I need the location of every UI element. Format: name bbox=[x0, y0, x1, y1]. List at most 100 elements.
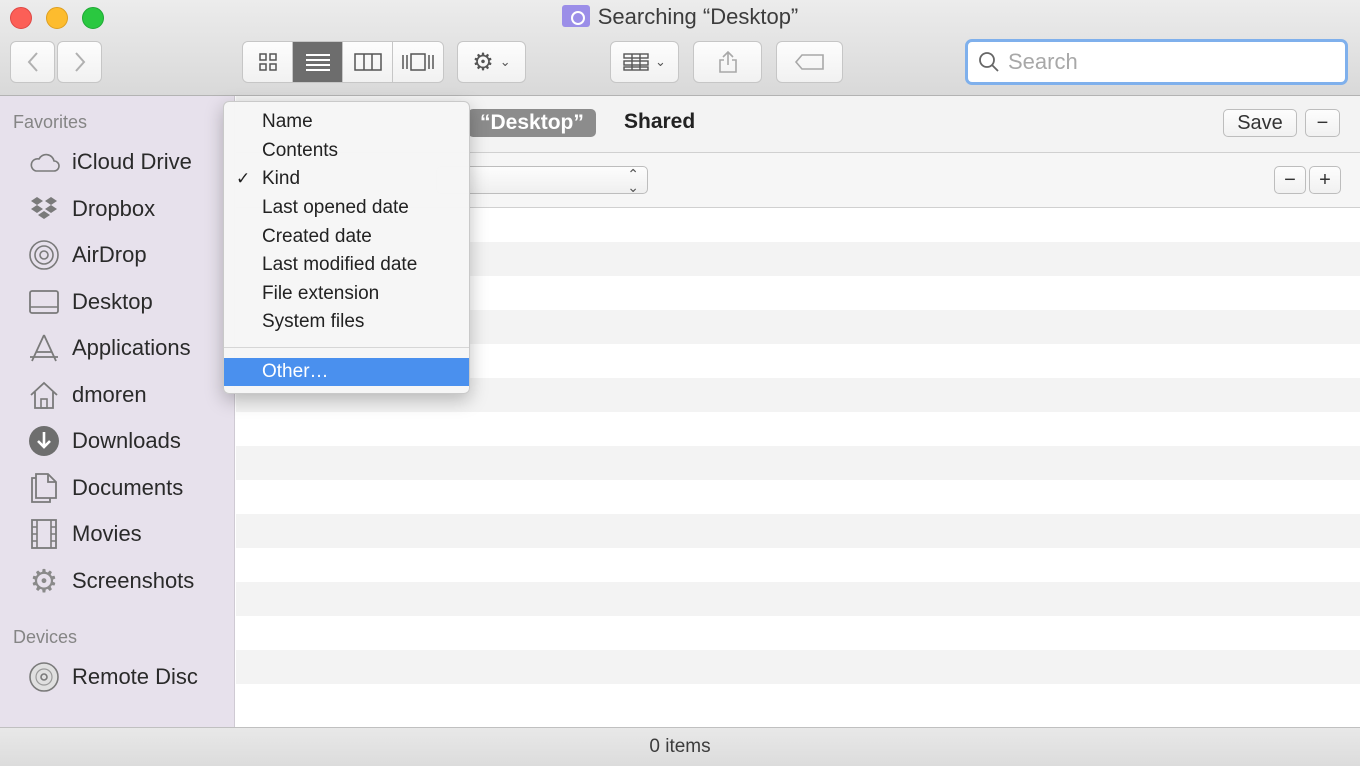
menu-item-name[interactable]: Name bbox=[224, 108, 469, 137]
window-title: Searching “Desktop” bbox=[597, 4, 799, 29]
item-count: 0 items bbox=[649, 736, 711, 757]
dropbox-icon bbox=[26, 193, 62, 225]
tags-button[interactable] bbox=[776, 41, 843, 83]
share-button[interactable] bbox=[693, 41, 762, 83]
action-menu-button[interactable]: ⚙ ⌄ bbox=[457, 41, 526, 83]
icon-view-button[interactable] bbox=[243, 42, 293, 82]
arrange-grid-icon bbox=[623, 53, 649, 71]
list-view-button[interactable] bbox=[293, 42, 343, 82]
forward-button[interactable] bbox=[57, 41, 102, 83]
sidebar-item-screenshots[interactable]: ⚙ Screenshots bbox=[26, 563, 195, 599]
menu-item-label: Last modified date bbox=[262, 254, 418, 276]
sidebar-item-applications[interactable]: Applications bbox=[26, 330, 191, 366]
sidebar-item-label: Documents bbox=[72, 475, 184, 500]
cover-flow-icon bbox=[402, 53, 434, 71]
sidebar-item-remote-disc[interactable]: Remote Disc bbox=[26, 659, 198, 695]
film-icon bbox=[26, 518, 62, 550]
remove-criteria-button[interactable]: − bbox=[1274, 166, 1306, 194]
sidebar-item-label: iCloud Drive bbox=[72, 149, 192, 174]
minus-icon: − bbox=[1284, 168, 1296, 191]
arrange-button[interactable]: ⌄ bbox=[610, 41, 679, 83]
add-criteria-button[interactable]: + bbox=[1309, 166, 1341, 194]
sidebar-item-dropbox[interactable]: Dropbox bbox=[26, 191, 155, 227]
menu-item-label: File extension bbox=[262, 282, 380, 304]
chevron-down-icon: ⌄ bbox=[499, 54, 511, 69]
window-toolbar: Searching “Desktop” ⚙ ⌄ ⌄ Search bbox=[0, 0, 1360, 96]
sidebar-item-downloads[interactable]: Downloads bbox=[26, 423, 181, 459]
plus-icon: + bbox=[1319, 168, 1331, 191]
gear-icon: ⚙ bbox=[29, 563, 59, 599]
menu-item-label: Created date bbox=[262, 225, 372, 247]
sidebar-section-favorites: Favorites bbox=[13, 112, 88, 132]
minus-icon: − bbox=[1316, 111, 1329, 134]
menu-item-system-files[interactable]: System files bbox=[224, 308, 469, 337]
menu-item-label: System files bbox=[262, 311, 365, 333]
list-row bbox=[236, 412, 1360, 446]
column-view-button[interactable] bbox=[343, 42, 393, 82]
list-row bbox=[236, 616, 1360, 650]
sidebar-item-movies[interactable]: Movies bbox=[26, 516, 142, 552]
remove-scope-button[interactable]: − bbox=[1305, 109, 1340, 137]
list-row bbox=[236, 446, 1360, 480]
sidebar-item-documents[interactable]: Documents bbox=[26, 470, 183, 506]
menu-item-label: Kind bbox=[262, 168, 301, 190]
sidebar-item-label: Downloads bbox=[72, 428, 181, 453]
list-row bbox=[236, 480, 1360, 514]
list-row bbox=[236, 514, 1360, 548]
sidebar-item-dmoren[interactable]: dmoren bbox=[26, 377, 147, 413]
share-icon bbox=[718, 50, 737, 73]
sidebar-item-label: AirDrop bbox=[72, 242, 147, 267]
search-attribute-menu: Name Contents ✓ Kind Last opened date Cr… bbox=[223, 101, 470, 394]
sidebar-item-label: Applications bbox=[72, 335, 191, 360]
sidebar-item-label: Screenshots bbox=[72, 568, 195, 593]
menu-item-label: Last opened date bbox=[262, 197, 409, 219]
column-view-icon bbox=[353, 53, 382, 71]
cover-flow-button[interactable] bbox=[393, 42, 443, 82]
menu-item-label: Contents bbox=[262, 139, 339, 161]
applications-icon bbox=[26, 332, 62, 364]
sidebar-item-airdrop[interactable]: AirDrop bbox=[26, 237, 147, 273]
checkmark-icon: ✓ bbox=[236, 169, 251, 189]
up-down-arrows-icon: ⌃ ⌄ bbox=[627, 166, 639, 195]
window-title-area: Searching “Desktop” bbox=[0, 4, 1360, 30]
list-row bbox=[236, 548, 1360, 582]
document-icon bbox=[26, 472, 62, 504]
save-search-button[interactable]: Save bbox=[1223, 109, 1297, 137]
menu-item-other[interactable]: Other… bbox=[224, 357, 469, 387]
sidebar-item-icloud-drive[interactable]: iCloud Drive bbox=[26, 144, 192, 180]
view-mode-control bbox=[242, 41, 444, 83]
chevron-down-icon: ⌄ bbox=[655, 54, 666, 69]
search-icon bbox=[979, 52, 999, 72]
icon-view-icon bbox=[258, 53, 277, 71]
search-input[interactable] bbox=[1008, 49, 1328, 75]
menu-item-kind[interactable]: ✓ Kind bbox=[224, 165, 469, 194]
chevron-right-icon bbox=[74, 52, 85, 72]
sidebar-item-label: Remote Disc bbox=[72, 664, 198, 689]
menu-item-last-modified-date[interactable]: Last modified date bbox=[224, 251, 469, 280]
menu-item-last-opened-date[interactable]: Last opened date bbox=[224, 194, 469, 223]
scope-shared-button[interactable]: Shared bbox=[624, 110, 695, 134]
list-row bbox=[236, 650, 1360, 684]
desktop-icon bbox=[26, 286, 62, 318]
search-field[interactable] bbox=[965, 39, 1348, 85]
sidebar-item-label: Movies bbox=[72, 521, 142, 546]
chevron-left-icon bbox=[27, 52, 38, 72]
sidebar-item-label: Dropbox bbox=[72, 196, 156, 221]
back-button[interactable] bbox=[10, 41, 55, 83]
scope-desktop-button[interactable]: “Desktop” bbox=[468, 109, 596, 137]
menu-item-contents[interactable]: Contents bbox=[224, 137, 469, 166]
sidebar-item-desktop[interactable]: Desktop bbox=[26, 284, 153, 320]
menu-item-created-date[interactable]: Created date bbox=[224, 222, 469, 251]
menu-separator bbox=[224, 346, 469, 348]
menu-item-label: Other… bbox=[262, 361, 329, 383]
sidebar-section-devices: Devices bbox=[13, 627, 78, 647]
menu-item-label: Name bbox=[262, 111, 313, 133]
airdrop-icon bbox=[26, 239, 62, 271]
status-bar: 0 items bbox=[0, 727, 1360, 766]
menu-item-file-extension[interactable]: File extension bbox=[224, 280, 469, 309]
smart-folder-icon bbox=[561, 5, 590, 27]
sidebar-item-label: dmoren bbox=[72, 382, 147, 407]
download-icon bbox=[26, 425, 62, 457]
gear-icon: ⚙ bbox=[472, 48, 494, 76]
sidebar: Favorites iCloud Drive Dropbox AirDrop D… bbox=[0, 96, 235, 727]
